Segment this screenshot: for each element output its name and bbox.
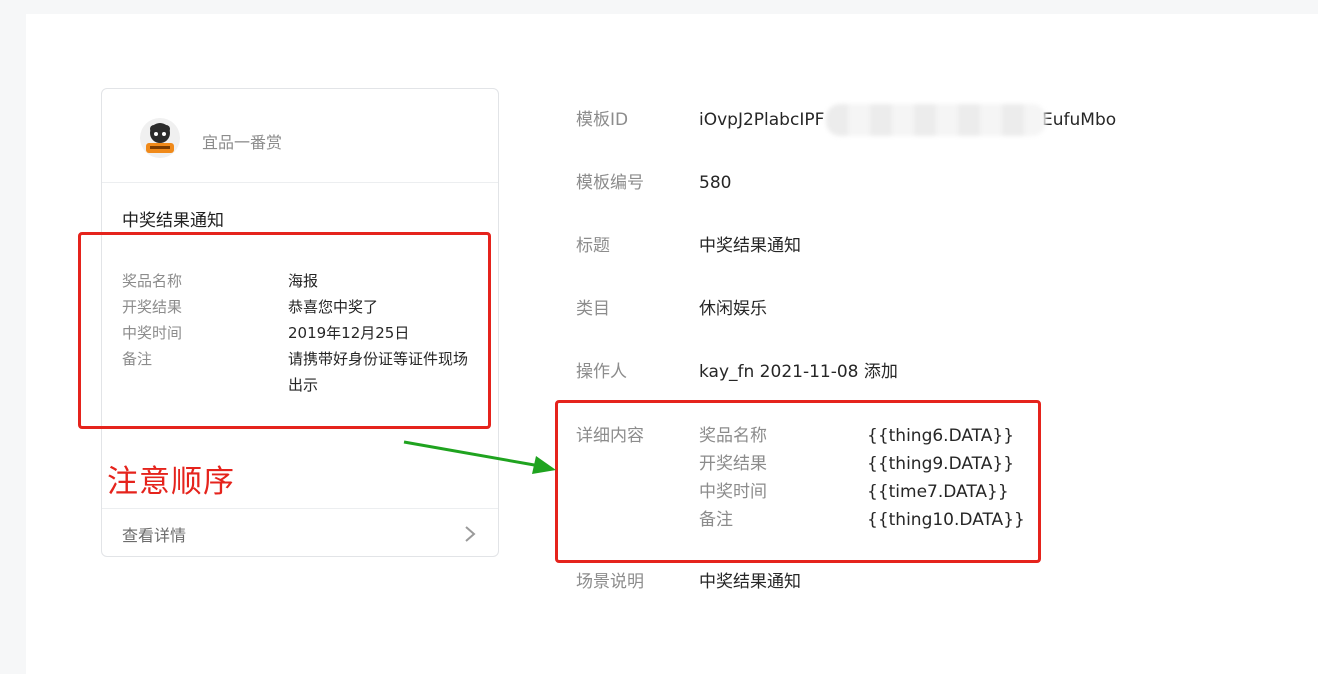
account-avatar-icon [140,118,180,158]
view-details-link[interactable]: 查看详情 [102,508,498,558]
detail-row: 中奖时间 {{time7.DATA}} [699,480,1019,508]
info-label: 模板编号 [576,173,644,193]
detail-key: 备注 [699,510,733,530]
chevron-right-icon [464,525,476,547]
detail-content-list: 奖品名称 {{thing6.DATA}} 开奖结果 {{thing9.DATA}… [699,424,1025,536]
info-label: 场景说明 [576,572,644,592]
detail-key: 开奖结果 [699,454,767,474]
info-value: 休闲娱乐 [699,299,767,319]
detail-value: {{time7.DATA}} [867,482,1009,502]
info-label: 操作人 [576,362,627,382]
info-label: 详细内容 [576,426,644,446]
detail-key: 奖品名称 [699,426,767,446]
view-details-label: 查看详情 [122,526,187,545]
account-name: 宜品一番赏 [202,133,283,152]
detail-value: {{thing10.DATA}} [867,510,1025,530]
detail-row: 开奖结果 {{thing9.DATA}} [699,452,1019,480]
template-id-value-end: EufuMbo [1042,110,1117,130]
template-id-value-start: iOvpJ2PlabcIPF [699,110,825,130]
detail-row: 备注 {{thing10.DATA}} [699,508,1025,536]
info-value: kay_fn 2021-11-08 添加 [699,362,898,382]
card-header: 宜品一番赏 [102,89,498,183]
info-value: 中奖结果通知 [699,572,801,592]
card-title: 中奖结果通知 [122,211,224,231]
info-value: 中奖结果通知 [699,236,801,256]
info-value: 580 [699,173,732,193]
detail-value: {{thing9.DATA}} [867,454,1015,474]
detail-value: {{thing6.DATA}} [867,426,1015,446]
info-label: 模板ID [576,110,629,130]
highlight-box-card-fields [78,232,491,429]
info-label: 标题 [576,236,610,256]
info-label: 类目 [576,299,610,319]
detail-key: 中奖时间 [699,482,767,502]
redacted-blur [826,104,1046,136]
annotation-arrow-icon [403,440,556,474]
detail-row: 奖品名称 {{thing6.DATA}} [699,424,1019,452]
annotation-note: 注意顺序 [107,464,235,500]
